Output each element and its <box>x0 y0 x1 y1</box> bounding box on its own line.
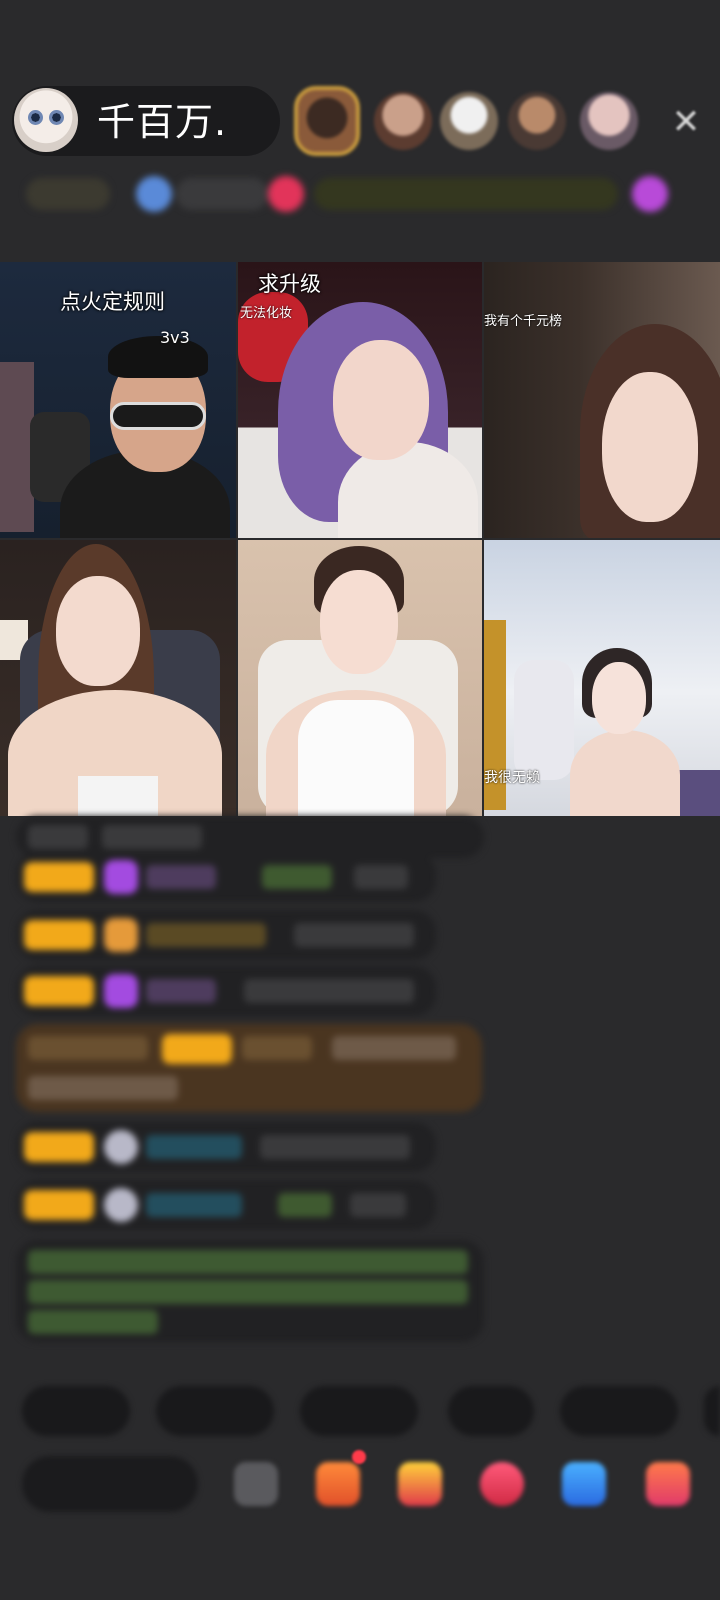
tile-subcaption: 3v3 <box>160 328 190 347</box>
video-tile[interactable]: 求升级 无法化妆 <box>238 262 482 538</box>
gift-icon[interactable] <box>646 1462 690 1506</box>
viewer-avatar[interactable] <box>374 92 432 150</box>
chat-text <box>332 1036 456 1060</box>
quick-reply-chip[interactable] <box>156 1386 274 1436</box>
chat-message[interactable] <box>16 852 436 902</box>
fan-badge <box>24 1132 94 1162</box>
fan-badge <box>24 920 94 950</box>
viewer-avatar[interactable] <box>508 92 566 150</box>
chat-text <box>244 979 414 1003</box>
tile-caption: 求升级 <box>258 272 321 296</box>
tile-subcaption: 我有个千元榜 <box>484 314 563 329</box>
notice-text <box>28 1280 468 1304</box>
chat-text <box>294 923 414 947</box>
chat-text <box>28 825 88 849</box>
chat-username <box>146 865 216 889</box>
room-info-bar[interactable] <box>18 172 698 216</box>
face <box>56 576 140 686</box>
face <box>602 372 698 522</box>
quick-reply-chip[interactable] <box>704 1386 720 1436</box>
quick-reply-chip[interactable] <box>560 1386 678 1436</box>
video-tile[interactable] <box>238 540 482 816</box>
diamond-icon <box>104 860 138 894</box>
entrance-notice[interactable] <box>16 1024 482 1112</box>
video-tile[interactable]: 我很无赖 <box>484 540 720 816</box>
like-icon[interactable] <box>480 1462 524 1506</box>
notification-dot <box>352 1450 366 1464</box>
person <box>570 730 680 816</box>
comment-input[interactable] <box>22 1456 198 1512</box>
chat-text <box>260 1135 410 1159</box>
user-avatar <box>104 1188 138 1222</box>
chat-message[interactable] <box>16 910 436 960</box>
face <box>320 570 398 674</box>
chat-message[interactable] <box>16 1122 436 1172</box>
shop-icon[interactable] <box>316 1462 360 1506</box>
rank-chip[interactable] <box>176 178 268 210</box>
fan-badge <box>162 1034 232 1064</box>
chat-text <box>28 1076 178 1100</box>
chat-text <box>28 1036 148 1060</box>
clothing <box>78 776 158 816</box>
gift-rank-icon[interactable] <box>268 176 304 212</box>
fan-badge <box>24 976 94 1006</box>
video-tile[interactable]: 我有个千元榜 <box>484 262 720 538</box>
diamond-icon <box>104 974 138 1008</box>
quick-reply-chip[interactable] <box>22 1386 130 1436</box>
more-icon[interactable] <box>632 176 668 212</box>
chat-message[interactable] <box>16 966 436 1016</box>
viewer-avatar[interactable] <box>580 92 638 150</box>
host-name[interactable]: 千百万. <box>97 100 227 144</box>
sofa <box>514 660 574 780</box>
video-tile[interactable] <box>0 540 236 816</box>
video-tile[interactable]: 点火定规则 3v3 <box>0 262 236 538</box>
chat-username <box>146 1193 242 1217</box>
face <box>592 662 646 734</box>
level-icon <box>104 918 138 952</box>
emoji-icon[interactable] <box>234 1462 278 1506</box>
system-notice <box>16 1240 484 1342</box>
user-avatar <box>104 1130 138 1164</box>
chat-username <box>262 865 332 889</box>
chat-username <box>242 1036 312 1060</box>
viewer-avatar[interactable] <box>440 92 498 150</box>
quick-reply-chip[interactable] <box>448 1386 534 1436</box>
notice-text <box>28 1310 158 1334</box>
tile-subcaption: 我很无赖 <box>484 770 540 786</box>
chat-username <box>146 923 266 947</box>
quick-reply-chip[interactable] <box>300 1386 418 1436</box>
video-grid: 点火定规则 3v3 求升级 无法化妆 我有个千元榜 我很无赖 <box>0 262 720 816</box>
top-viewer-avatar[interactable] <box>294 86 360 156</box>
clothing <box>298 700 414 816</box>
tile-caption: 点火定规则 <box>60 290 165 314</box>
rank-chip[interactable] <box>26 178 110 210</box>
more-features-icon[interactable] <box>562 1462 606 1506</box>
chat-list[interactable] <box>0 816 720 1356</box>
sunglasses <box>110 402 206 430</box>
fan-badge <box>24 1190 94 1220</box>
chat-text <box>102 825 202 849</box>
chat-username <box>146 1135 242 1159</box>
chat-text <box>350 1193 406 1217</box>
notice-text <box>28 1250 468 1274</box>
face <box>333 340 429 460</box>
hair <box>108 336 208 378</box>
fan-badge <box>24 862 94 892</box>
host-avatar[interactable] <box>14 88 78 152</box>
hourly-rank-icon[interactable] <box>136 176 172 212</box>
announcement-chip[interactable] <box>314 178 618 210</box>
chat-message[interactable] <box>16 1180 436 1230</box>
chat-username <box>278 1193 332 1217</box>
tile-subcaption: 无法化妆 <box>240 306 293 321</box>
chat-username <box>146 979 216 1003</box>
backdrop <box>0 362 34 532</box>
close-icon[interactable]: ✕ <box>664 100 708 144</box>
chat-text <box>354 865 408 889</box>
gift-box-icon[interactable] <box>398 1462 442 1506</box>
